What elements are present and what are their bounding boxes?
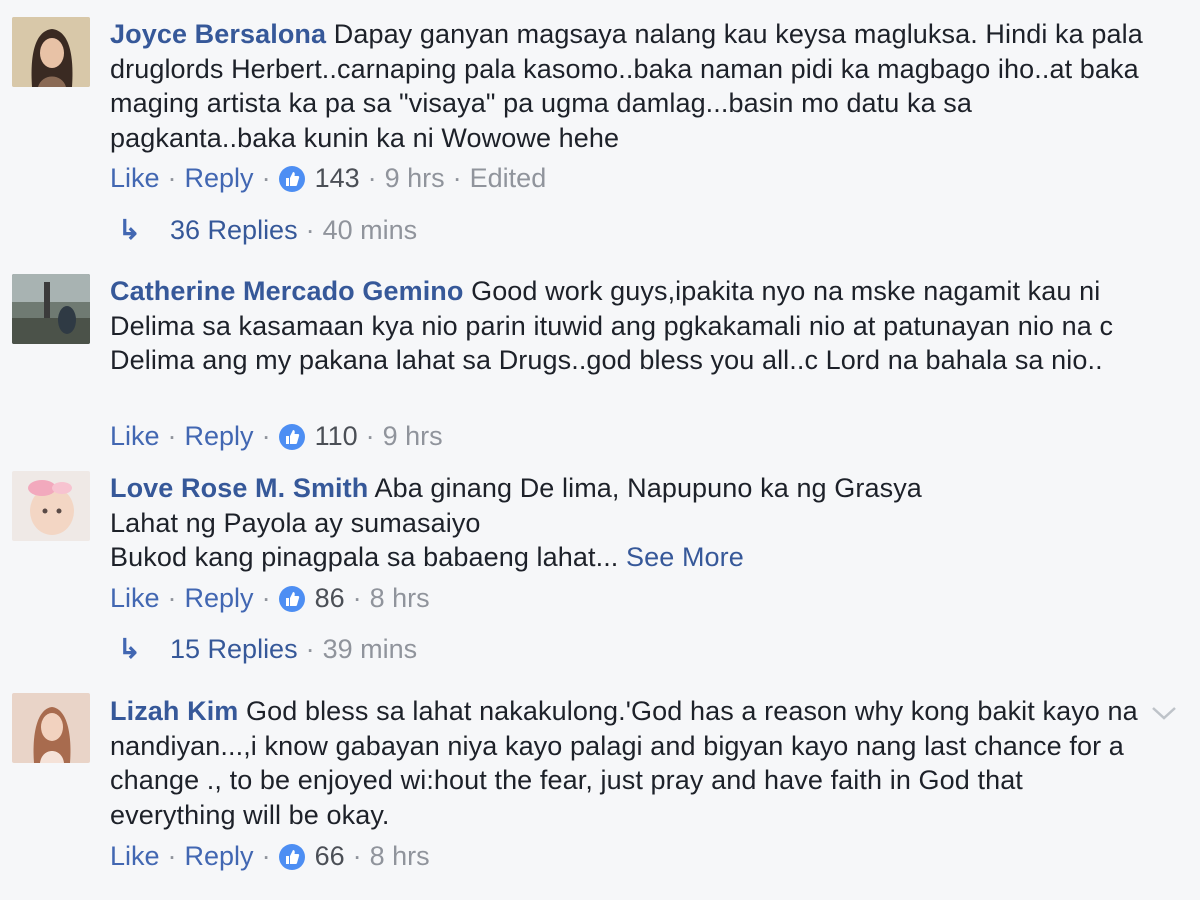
- comment-body: Lizah Kim God bless sa lahat nakakulong.…: [110, 694, 1140, 832]
- comment-actions: Like · Reply · 143 · 9 hrs · Edited: [110, 161, 546, 195]
- separator: ·: [352, 841, 362, 871]
- author-name[interactable]: Catherine Mercado Gemino: [110, 276, 463, 306]
- like-link[interactable]: Like: [110, 583, 160, 613]
- comment-actions: Like · Reply · 66 · 8 hrs: [110, 839, 430, 873]
- thumbs-up-icon[interactable]: [278, 166, 305, 192]
- comment-text-line: Bukod kang pinagpala sa babaeng lahat...: [110, 542, 619, 572]
- reply-link[interactable]: Reply: [185, 163, 254, 193]
- comment-text-line: Lahat ng Payola ay sumasaiyo: [110, 507, 481, 538]
- chevron-down-icon[interactable]: [1148, 697, 1180, 729]
- avatar[interactable]: [12, 471, 90, 541]
- like-link[interactable]: Like: [110, 421, 160, 451]
- author-name[interactable]: Lizah Kim: [110, 696, 238, 726]
- replies-row[interactable]: ↳ 15 Replies · 39 mins: [118, 632, 417, 666]
- author-name[interactable]: Joyce Bersalona: [110, 19, 326, 49]
- reply-arrow-icon: ↳: [118, 215, 141, 245]
- timestamp[interactable]: 9 hrs: [385, 163, 445, 193]
- thumbs-up-icon[interactable]: [278, 424, 305, 450]
- avatar[interactable]: [12, 693, 90, 763]
- comment-body: Love Rose M. Smith Aba ginang De lima, N…: [110, 471, 1160, 575]
- separator: ·: [367, 163, 377, 193]
- comment-actions: Like · Reply · 86 · 8 hrs: [110, 581, 430, 615]
- separator: ·: [305, 634, 315, 664]
- replies-time: 40 mins: [322, 215, 418, 245]
- timestamp[interactable]: 8 hrs: [370, 583, 430, 613]
- comment-body: Catherine Mercado Gemino Good work guys,…: [110, 274, 1160, 378]
- comment-actions: Like · Reply · 110 · 9 hrs: [110, 419, 443, 453]
- author-name[interactable]: Love Rose M. Smith: [110, 473, 368, 503]
- thumbs-up-icon[interactable]: [278, 586, 305, 612]
- separator: ·: [452, 163, 462, 193]
- replies-time: 39 mins: [322, 634, 418, 664]
- reaction-count[interactable]: 110: [315, 421, 358, 451]
- separator: ·: [261, 841, 271, 871]
- avatar[interactable]: [12, 274, 90, 344]
- separator: ·: [261, 583, 271, 613]
- reply-link[interactable]: Reply: [185, 841, 254, 871]
- separator: ·: [305, 215, 315, 245]
- like-link[interactable]: Like: [110, 841, 160, 871]
- avatar[interactable]: [12, 17, 90, 87]
- replies-link[interactable]: 15 Replies: [170, 634, 298, 664]
- replies-row[interactable]: ↳ 36 Replies · 40 mins: [118, 213, 417, 247]
- reaction-count[interactable]: 66: [315, 841, 345, 871]
- separator: ·: [167, 841, 177, 871]
- replies-link[interactable]: 36 Replies: [170, 215, 298, 245]
- reaction-count[interactable]: 143: [315, 163, 360, 193]
- separator: ·: [352, 583, 362, 613]
- like-link[interactable]: Like: [110, 163, 160, 193]
- timestamp[interactable]: 8 hrs: [370, 841, 430, 871]
- comment-text-line: Aba ginang De lima, Napupuno ka ng Grasy…: [374, 473, 922, 503]
- see-more-link[interactable]: See More: [626, 542, 744, 572]
- reaction-count[interactable]: 86: [315, 583, 345, 613]
- separator: ·: [167, 163, 177, 193]
- timestamp[interactable]: 9 hrs: [383, 421, 443, 451]
- reply-link[interactable]: Reply: [185, 421, 254, 451]
- comment-body: Joyce Bersalona Dapay ganyan magsaya nal…: [110, 17, 1160, 155]
- edited-label[interactable]: Edited: [470, 163, 547, 193]
- reply-arrow-icon: ↳: [118, 634, 141, 664]
- separator: ·: [365, 421, 375, 451]
- separator: ·: [167, 583, 177, 613]
- reply-link[interactable]: Reply: [185, 583, 254, 613]
- thumbs-up-icon[interactable]: [278, 844, 305, 870]
- separator: ·: [261, 421, 271, 451]
- separator: ·: [167, 421, 177, 451]
- separator: ·: [261, 163, 271, 193]
- comment-text: God bless sa lahat nakakulong.'God has a…: [110, 696, 1138, 830]
